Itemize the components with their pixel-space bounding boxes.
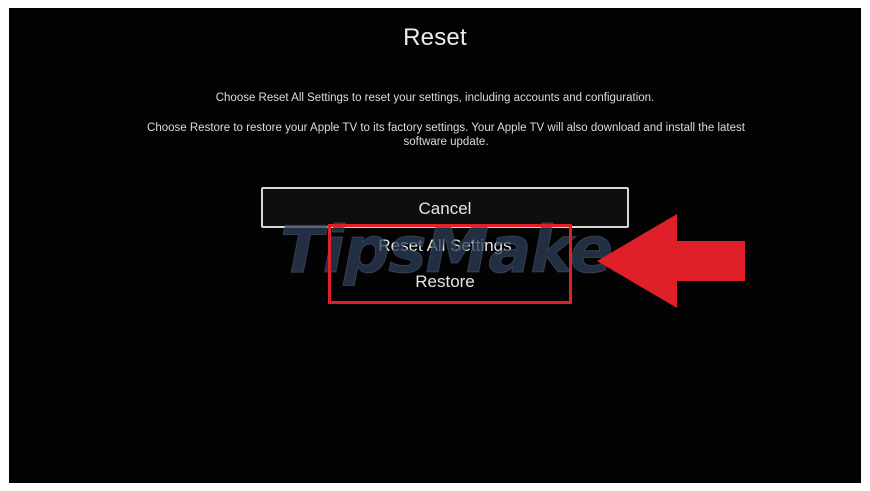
cancel-button[interactable]: Cancel (261, 187, 629, 228)
restore-description: Choose Restore to restore your Apple TV … (147, 122, 745, 148)
restore-button[interactable]: Restore (261, 264, 629, 300)
reset-menu: Cancel Reset All Settings Restore (261, 187, 629, 300)
reset-description: Choose Reset All Settings to reset your … (215, 92, 655, 104)
arrow-left-icon (597, 214, 745, 308)
reset-all-settings-button[interactable]: Reset All Settings (261, 228, 629, 264)
arrow-shape (597, 214, 745, 308)
page-title: Reset (403, 24, 467, 51)
